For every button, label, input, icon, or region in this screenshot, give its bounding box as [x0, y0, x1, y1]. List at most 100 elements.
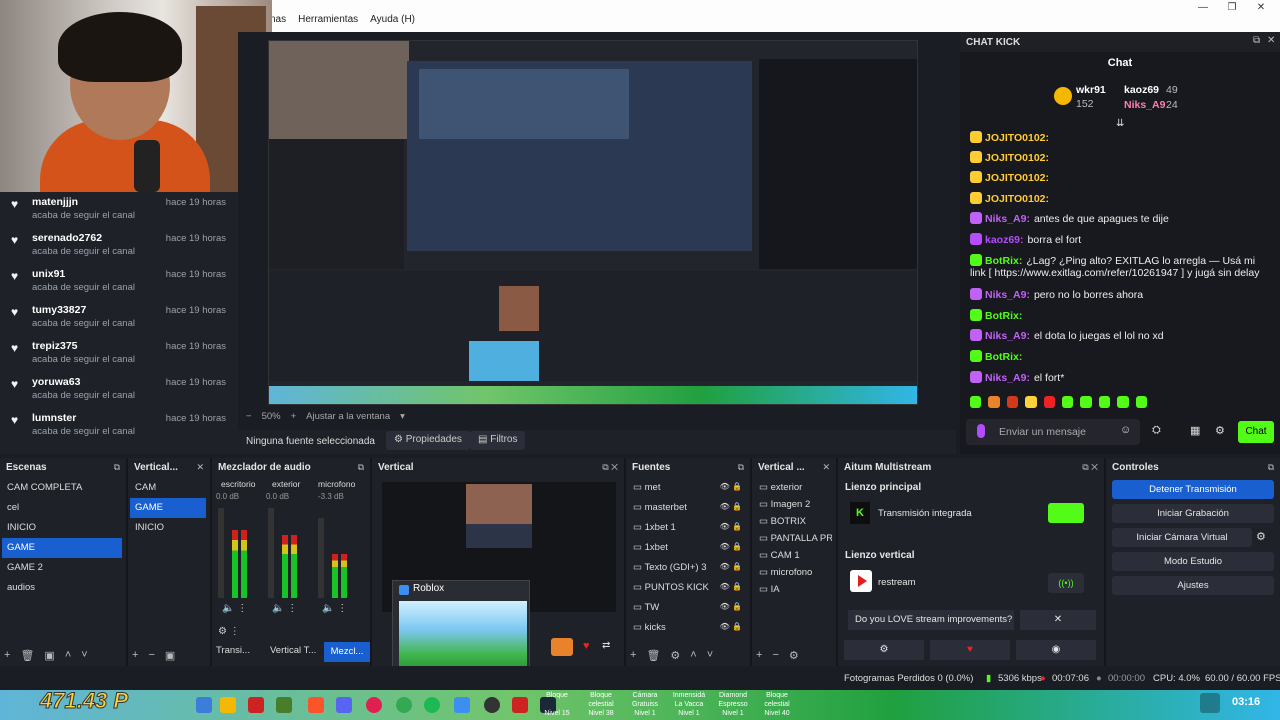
visibility-lock-icon[interactable]: 👁 🔒: [720, 542, 742, 551]
tab-vertical-transitions[interactable]: Vertical T...: [270, 645, 316, 656]
add-icon[interactable]: +: [756, 649, 762, 662]
source-item[interactable]: ▭ 1xbet 1 👁 🔒: [628, 518, 746, 538]
emote-icon[interactable]: [1006, 396, 1019, 408]
source-item[interactable]: ▭ 1xbet 👁 🔒: [628, 538, 746, 558]
maximize-button[interactable]: ❐: [1219, 2, 1245, 13]
visibility-lock-icon[interactable]: 👁 🔒: [720, 482, 742, 491]
volume-slider[interactable]: [268, 508, 274, 598]
chevron-down-icon[interactable]: ˅: [707, 649, 713, 662]
scene-item[interactable]: audios: [2, 578, 122, 598]
minimize-button[interactable]: —: [1190, 2, 1216, 13]
user-icon[interactable]: ⛭: [1152, 424, 1161, 437]
vertical-scene-item[interactable]: INICIO: [130, 518, 206, 538]
scene-item-selected[interactable]: GAME: [2, 538, 122, 558]
chevron-up-icon[interactable]: ˄: [690, 649, 696, 662]
studio-mode-button[interactable]: Modo Estudio: [1112, 552, 1274, 571]
speaker-icon[interactable]: 🔈 ⋮: [222, 603, 247, 614]
menu-item-help[interactable]: Ayuda (H): [370, 14, 415, 34]
scene-item[interactable]: GAME 2: [2, 558, 122, 578]
chat-username[interactable]: JOJITO0102:: [985, 193, 1049, 205]
chat-send-button[interactable]: Chat: [1238, 421, 1274, 443]
emote-icon[interactable]: [970, 396, 982, 408]
vertical-scene-item[interactable]: CAM: [130, 478, 206, 498]
emoji-icon[interactable]: ☺: [1120, 424, 1131, 436]
source-item[interactable]: ▭ kicks 👁 🔒: [628, 618, 746, 638]
visibility-lock-icon[interactable]: 👁 🔒: [720, 622, 742, 631]
chevron-down-icon[interactable]: ˅: [81, 649, 87, 662]
chat-username[interactable]: Niks_A9:: [985, 213, 1030, 225]
source-item[interactable]: ▭ Texto (GDI+) 3 👁 🔒: [628, 558, 746, 578]
close-icon[interactable]: ⧉ ✕: [602, 462, 618, 473]
chat-username[interactable]: BotRix:: [985, 310, 1022, 322]
gear-icon[interactable]: ⚙: [1256, 530, 1266, 543]
dock-menu-icon[interactable]: ⧉: [738, 462, 744, 473]
remove-icon[interactable]: −: [772, 649, 778, 662]
add-icon[interactable]: +: [630, 649, 636, 662]
windows-start-icon[interactable]: [196, 697, 212, 713]
volume-slider[interactable]: [318, 518, 324, 598]
chat-username[interactable]: BotRix:: [985, 255, 1022, 267]
taskbar-window[interactable]: Bloque Nivel 15: [536, 690, 578, 718]
roblox-icon[interactable]: [454, 697, 470, 713]
emote-icon[interactable]: [1025, 396, 1037, 408]
close-icon[interactable]: ✕: [196, 462, 204, 473]
share-icon[interactable]: ⇄: [602, 640, 610, 651]
close-icon[interactable]: ✕: [1267, 35, 1275, 46]
emote-icon[interactable]: [1098, 396, 1111, 408]
dock-menu-icon[interactable]: ⧉: [1268, 462, 1274, 473]
scene-item[interactable]: INICIO: [2, 518, 122, 538]
menu-item-scenes[interactable]: nas: [270, 14, 286, 34]
emote-icon[interactable]: [988, 396, 1000, 408]
minecraft-icon[interactable]: [276, 697, 292, 713]
app-icon[interactable]: [512, 697, 528, 713]
scene-item[interactable]: CAM COMPLETA: [2, 478, 122, 498]
chrome-icon[interactable]: [396, 697, 412, 713]
mixer-settings-icon[interactable]: ⚙ ⋮: [218, 626, 240, 637]
chat-username[interactable]: JOJITO0102:: [985, 152, 1049, 164]
tray-icon[interactable]: [1200, 693, 1220, 713]
scroll-down-icon[interactable]: ⇊: [1116, 118, 1124, 129]
visibility-lock-icon[interactable]: 👁 🔒: [720, 562, 742, 571]
vertical-scene-item-selected[interactable]: GAME: [130, 498, 206, 518]
program-preview[interactable]: [268, 40, 918, 405]
taskbar-window[interactable]: Bloque celestial Nivel 40: [756, 690, 798, 718]
emote-icon[interactable]: [1117, 396, 1129, 408]
chat-username[interactable]: JOJITO0102:: [985, 172, 1049, 184]
mic-icon[interactable]: [977, 424, 985, 438]
close-button[interactable]: ✕: [1248, 2, 1274, 13]
volume-slider[interactable]: [218, 508, 224, 598]
add-icon[interactable]: +: [4, 649, 10, 662]
filter-icon[interactable]: ▣: [44, 649, 54, 662]
gear-icon[interactable]: ⚙: [670, 649, 680, 662]
start-recording-button[interactable]: Iniciar Grabación: [1112, 504, 1274, 523]
taskbar-window[interactable]: Cámara Gratuiss Meduss Nivel 1: [624, 690, 666, 718]
add-icon[interactable]: +: [132, 649, 138, 662]
zoom-in-button[interactable]: +: [291, 411, 297, 422]
spotify-icon[interactable]: [424, 697, 440, 713]
emote-icon[interactable]: [1135, 396, 1148, 408]
chat-username[interactable]: Niks_A9:: [985, 330, 1030, 342]
stop-streaming-button[interactable]: Detener Transmisión: [1112, 480, 1274, 499]
dock-menu-icon[interactable]: ⧉: [114, 462, 120, 473]
trash-icon[interactable]: 🗑: [646, 649, 660, 662]
taskbar-window[interactable]: Diamond Espresso Signora Nivel 1: [712, 690, 754, 718]
zoom-out-button[interactable]: −: [246, 411, 252, 422]
gear-icon[interactable]: ⚙: [844, 640, 924, 660]
speaker-icon[interactable]: 🔈 ⋮: [272, 603, 297, 614]
visibility-lock-icon[interactable]: 👁 🔒: [720, 502, 742, 511]
tab-transitions[interactable]: Transi...: [216, 645, 250, 656]
heart-icon[interactable]: ♥: [930, 640, 1010, 660]
vertical-output-toggle[interactable]: ((•)): [1048, 573, 1084, 593]
source-item[interactable]: ▭ met 👁 🔒: [628, 478, 746, 498]
emote-icon[interactable]: [1080, 396, 1092, 408]
store-icon[interactable]: ▦: [1190, 424, 1200, 437]
folder-icon[interactable]: [220, 697, 236, 713]
game-button[interactable]: [551, 638, 573, 656]
dock-menu-icon[interactable]: ⧉: [358, 462, 364, 473]
popout-icon[interactable]: ⧉: [1253, 35, 1260, 46]
visibility-lock-icon[interactable]: 👁 🔒: [720, 522, 742, 531]
menu-item-tools[interactable]: Herramientas: [298, 14, 358, 34]
start-virtual-camera-button[interactable]: Iniciar Cámara Virtual: [1112, 528, 1252, 547]
chat-username[interactable]: Niks_A9:: [985, 372, 1030, 384]
vertical-source-item[interactable]: ▭ IA: [754, 580, 832, 600]
